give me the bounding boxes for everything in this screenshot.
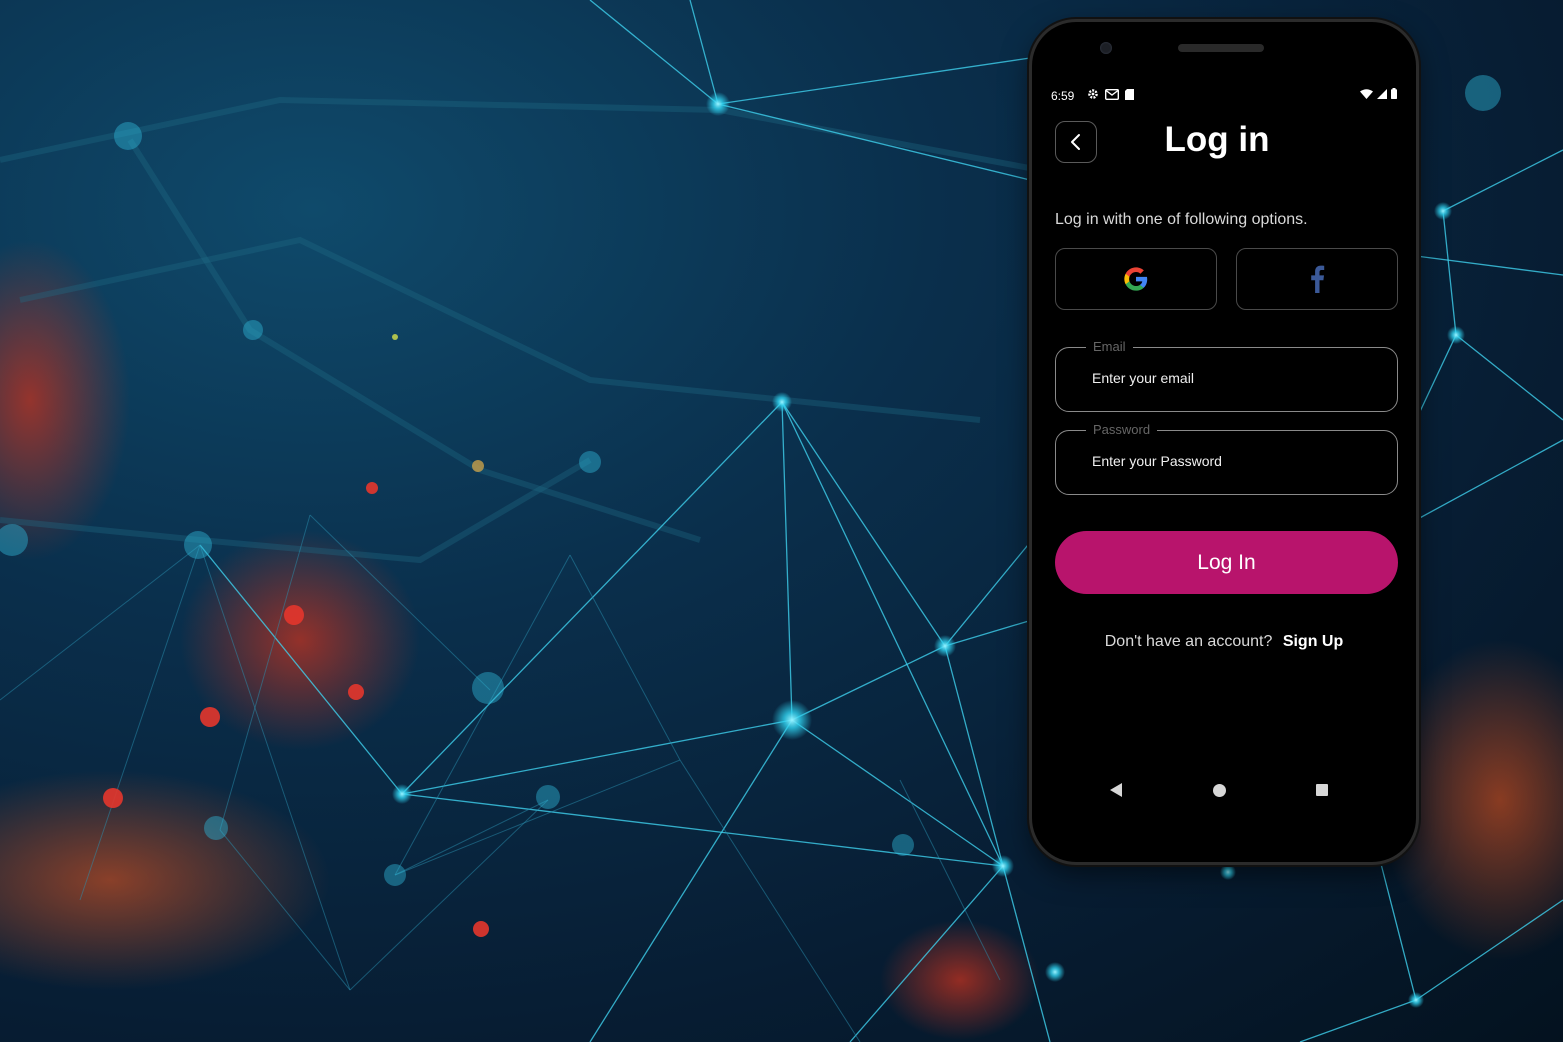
signup-link[interactable]: Sign Up xyxy=(1283,633,1343,650)
password-field[interactable]: Password xyxy=(1055,422,1398,495)
email-label: Email xyxy=(1086,339,1133,354)
google-login-button[interactable] xyxy=(1055,248,1217,310)
status-icons-right xyxy=(1360,88,1397,99)
settings-icon xyxy=(1088,89,1098,99)
email-input[interactable] xyxy=(1092,370,1372,386)
status-icons-left xyxy=(1087,88,1134,100)
status-time: 6:59 xyxy=(1051,89,1075,103)
password-label: Password xyxy=(1086,422,1158,437)
google-icon xyxy=(1124,267,1148,291)
gmail-icon xyxy=(1105,88,1119,100)
phone-frame: 6:59 Log in Log in with one of following… xyxy=(1032,22,1416,862)
signal-icon xyxy=(1377,88,1387,99)
chevron-left-icon xyxy=(1071,134,1080,150)
sd-card-icon xyxy=(1125,88,1134,100)
nav-home-icon[interactable] xyxy=(1213,784,1226,797)
page-title: Log in xyxy=(1164,120,1270,159)
facebook-login-button[interactable] xyxy=(1236,248,1398,310)
password-input[interactable] xyxy=(1092,453,1372,469)
nav-back-icon[interactable] xyxy=(1110,783,1122,797)
back-button[interactable] xyxy=(1055,121,1097,163)
status-bar: 6:59 xyxy=(1051,88,1397,104)
login-options-text: Log in with one of following options. xyxy=(1055,211,1308,228)
wifi-icon xyxy=(1360,88,1373,99)
android-nav-bar xyxy=(1032,779,1416,809)
camera-icon xyxy=(1100,42,1112,54)
login-button[interactable]: Log In xyxy=(1055,531,1398,594)
signup-row: Don't have an account? Sign Up xyxy=(1032,633,1416,651)
battery-icon xyxy=(1391,88,1397,99)
facebook-icon xyxy=(1311,265,1325,293)
signup-prompt: Don't have an account? xyxy=(1104,633,1273,650)
email-field[interactable]: Email xyxy=(1055,339,1398,412)
nav-recents-icon[interactable] xyxy=(1316,784,1328,796)
speaker-grille xyxy=(1178,44,1264,52)
